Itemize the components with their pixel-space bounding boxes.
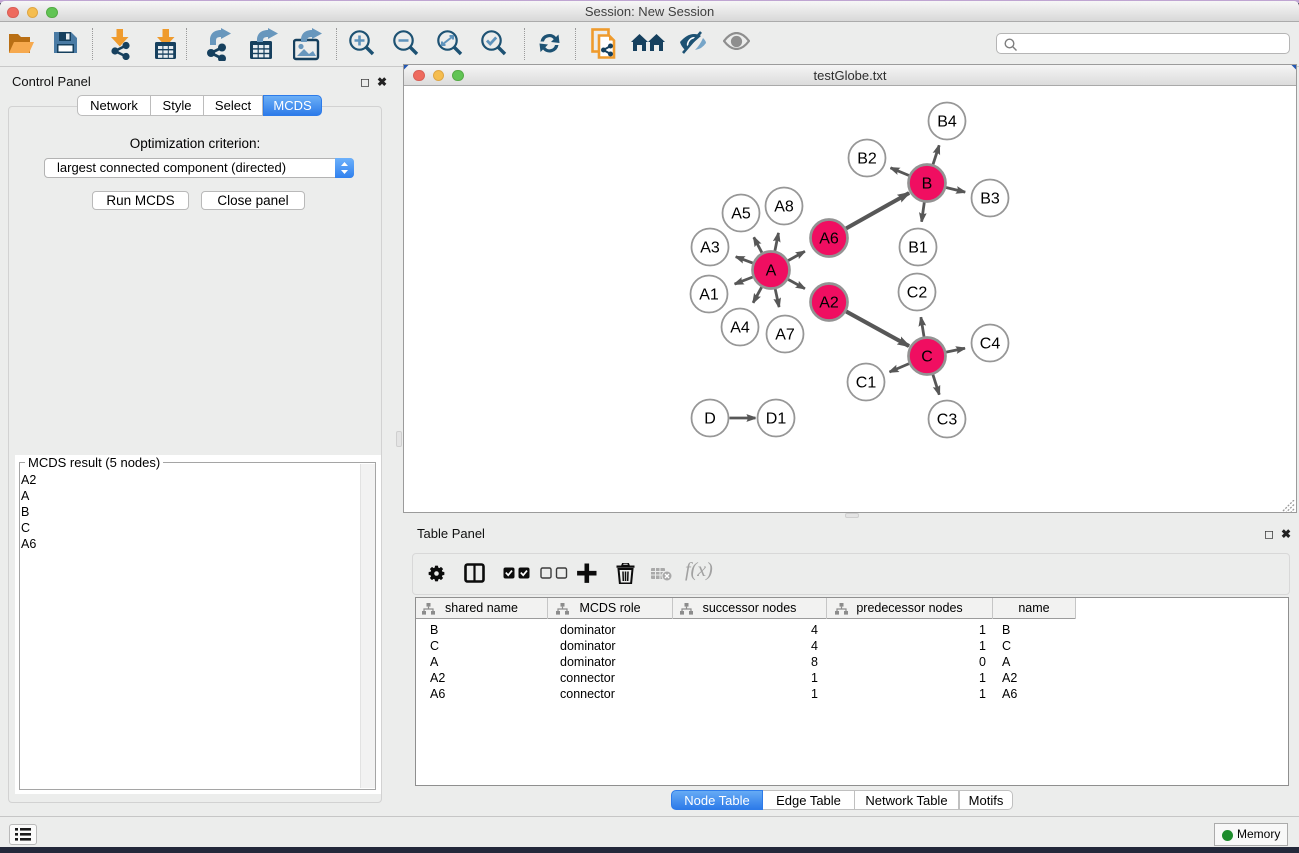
svg-text:A5: A5 xyxy=(731,206,751,223)
svg-text:D1: D1 xyxy=(766,411,787,428)
svg-text:B1: B1 xyxy=(908,240,928,257)
svg-text:C2: C2 xyxy=(907,285,928,302)
svg-text:A8: A8 xyxy=(774,199,794,216)
svg-text:B2: B2 xyxy=(857,151,877,168)
svg-text:A3: A3 xyxy=(700,240,720,257)
svg-text:A7: A7 xyxy=(775,327,795,344)
svg-text:A2: A2 xyxy=(819,295,839,312)
svg-text:B: B xyxy=(922,176,933,193)
svg-text:C: C xyxy=(921,349,933,366)
svg-text:C1: C1 xyxy=(856,375,877,392)
svg-text:A4: A4 xyxy=(730,320,750,337)
svg-text:A1: A1 xyxy=(699,287,719,304)
svg-text:D: D xyxy=(704,411,716,428)
svg-text:C4: C4 xyxy=(980,336,1001,353)
svg-text:C3: C3 xyxy=(937,412,958,429)
svg-text:A6: A6 xyxy=(819,231,839,248)
svg-text:B3: B3 xyxy=(980,191,1000,208)
svg-text:A: A xyxy=(766,263,777,280)
svg-text:B4: B4 xyxy=(937,114,957,131)
